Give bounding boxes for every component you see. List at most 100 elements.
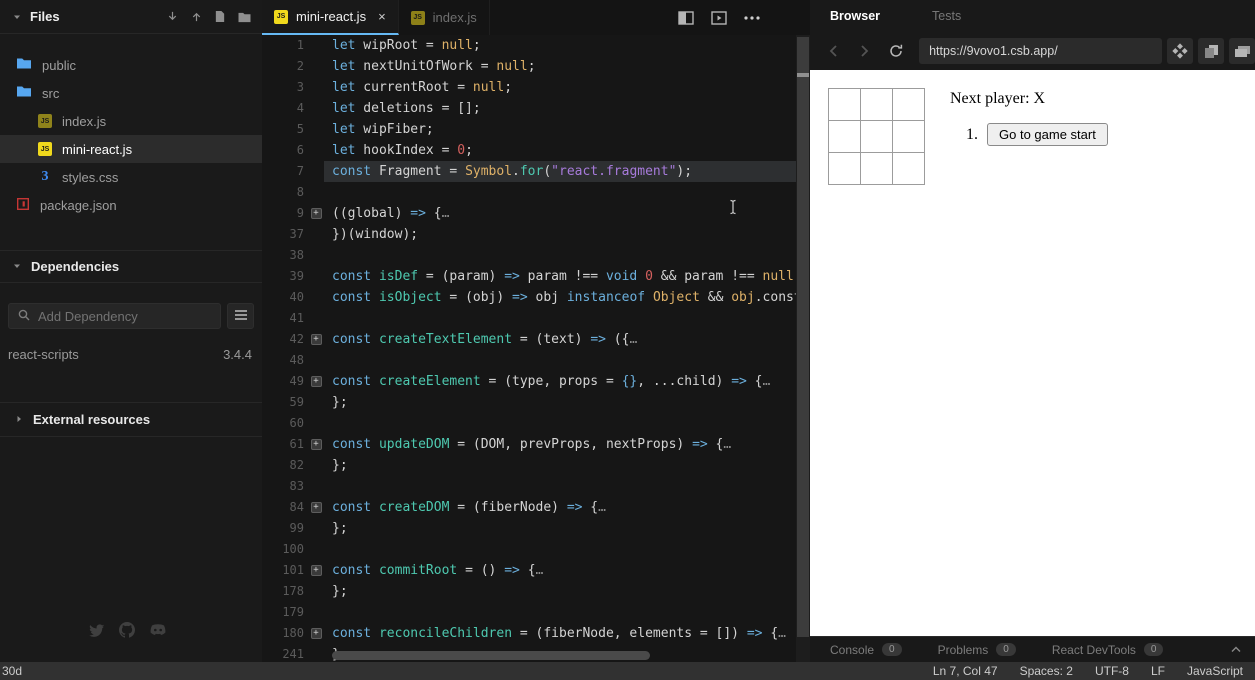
board-square[interactable] <box>829 89 861 121</box>
panel-tab-problems[interactable]: Problems0 <box>938 643 1016 657</box>
dependency-menu-button[interactable] <box>227 303 254 329</box>
board-square[interactable] <box>861 153 893 185</box>
upload-icon[interactable] <box>190 10 203 23</box>
code-text[interactable]: let hookIndex = 0; <box>324 140 810 161</box>
vertical-scrollbar[interactable] <box>796 35 810 662</box>
board-square[interactable] <box>893 89 925 121</box>
panel-tab-label: Console <box>830 643 874 657</box>
code-text[interactable] <box>324 308 810 329</box>
refresh-icon[interactable] <box>885 43 907 59</box>
code-text[interactable] <box>324 476 810 497</box>
line-number: 179 <box>262 602 308 623</box>
board-square[interactable] <box>861 121 893 153</box>
board-square[interactable] <box>861 89 893 121</box>
board-square[interactable] <box>829 153 861 185</box>
open-new-window-button[interactable] <box>1229 38 1255 64</box>
dependency-item[interactable]: react-scripts3.4.4 <box>0 347 262 362</box>
code-text[interactable] <box>324 539 810 560</box>
code-text[interactable] <box>324 602 810 623</box>
copy-sandbox-button[interactable] <box>1198 38 1224 64</box>
add-dependency-input[interactable] <box>38 309 212 324</box>
line-number: 40 <box>262 287 308 308</box>
file-item-mini-react.js[interactable]: JSmini-react.js <box>0 135 262 163</box>
code-text[interactable]: const reconcileChildren = (fiberNode, el… <box>324 623 810 644</box>
code-text[interactable]: let wipFiber; <box>324 119 810 140</box>
line-number: 101 <box>262 560 308 581</box>
fold-expand-icon[interactable]: + <box>311 439 322 450</box>
close-icon[interactable]: × <box>378 9 386 24</box>
board-square[interactable] <box>893 121 925 153</box>
horizontal-scrollbar[interactable] <box>332 651 650 660</box>
code-text[interactable]: const updateDOM = (DOM, prevProps, nextP… <box>324 434 810 455</box>
code-text[interactable]: let deletions = []; <box>324 98 810 119</box>
more-options-icon[interactable] <box>744 16 760 20</box>
fold-expand-icon[interactable]: + <box>311 208 322 219</box>
preview-tab-tests[interactable]: Tests <box>932 9 961 23</box>
add-dependency-search[interactable] <box>8 303 221 329</box>
file-item-public[interactable]: public <box>0 51 262 79</box>
panel-tab-react-devtools[interactable]: React DevTools0 <box>1052 643 1164 657</box>
file-item-src[interactable]: src <box>0 79 262 107</box>
responsive-mode-button[interactable] <box>1167 38 1193 64</box>
code-text[interactable]: let wipRoot = null; <box>324 35 810 56</box>
github-icon[interactable] <box>119 622 135 638</box>
code-text[interactable] <box>324 245 810 266</box>
code-text[interactable]: const isDef = (param) => param !== void … <box>324 266 810 287</box>
twitter-icon[interactable] <box>88 623 105 637</box>
fold-expand-icon[interactable]: + <box>311 502 322 513</box>
status-item[interactable]: JavaScript <box>1187 664 1243 678</box>
open-preview-icon[interactable] <box>711 11 727 25</box>
code-text[interactable]: }; <box>324 392 810 413</box>
fold-expand-icon[interactable]: + <box>311 628 322 639</box>
new-folder-icon[interactable] <box>237 11 252 23</box>
fold-expand-icon[interactable]: + <box>311 334 322 345</box>
external-resources-header[interactable]: External resources <box>0 402 262 437</box>
download-icon[interactable] <box>166 10 179 23</box>
code-text[interactable]: }; <box>324 455 810 476</box>
code-text[interactable]: const isObject = (obj) => obj instanceof… <box>324 287 810 308</box>
fold-expand-icon[interactable]: + <box>311 565 322 576</box>
code-text[interactable]: }; <box>324 581 810 602</box>
status-item[interactable]: Ln 7, Col 47 <box>933 664 998 678</box>
code-text[interactable]: const createElement = (type, props = {},… <box>324 371 810 392</box>
tab-mini-react.js[interactable]: JSmini-react.js× <box>262 0 399 35</box>
chevron-down-icon[interactable] <box>12 12 22 22</box>
fold-expand-icon[interactable]: + <box>311 376 322 387</box>
preview-tab-browser[interactable]: Browser <box>830 9 880 23</box>
file-item-styles.css[interactable]: 3styles.css <box>0 163 262 191</box>
file-item-package.json[interactable]: package.json <box>0 191 262 219</box>
go-to-game-start-button[interactable]: Go to game start <box>987 123 1108 146</box>
fold-column <box>308 581 324 602</box>
dependencies-header[interactable]: Dependencies <box>0 250 262 283</box>
status-item[interactable]: Spaces: 2 <box>1020 664 1073 678</box>
split-view-icon[interactable] <box>678 11 694 25</box>
url-input[interactable] <box>929 44 1152 58</box>
scrollbar-thumb[interactable] <box>797 37 809 637</box>
code-text[interactable] <box>324 413 810 434</box>
chevron-right-icon <box>14 412 24 427</box>
code-editor[interactable]: 1let wipRoot = null;2let nextUnitOfWork … <box>262 35 810 662</box>
chevron-up-icon[interactable] <box>1231 646 1241 653</box>
status-item[interactable]: LF <box>1151 664 1165 678</box>
file-item-index.js[interactable]: JSindex.js <box>0 107 262 135</box>
code-text[interactable]: }; <box>324 518 810 539</box>
address-bar[interactable] <box>919 38 1162 64</box>
board-square[interactable] <box>829 121 861 153</box>
code-text[interactable]: const createTextElement = (text) => ({… <box>324 329 810 350</box>
new-file-icon[interactable] <box>214 10 226 23</box>
preview-tabbar: Browser Tests <box>810 0 1255 32</box>
code-text[interactable]: const createDOM = (fiberNode) => {… <box>324 497 810 518</box>
forward-icon[interactable] <box>854 44 876 58</box>
code-text[interactable] <box>324 350 810 371</box>
code-text[interactable]: const Fragment = Symbol.for("react.fragm… <box>324 161 810 182</box>
code-text[interactable]: let nextUnitOfWork = null; <box>324 56 810 77</box>
code-text[interactable]: const commitRoot = () => {… <box>324 560 810 581</box>
code-text[interactable]: let currentRoot = null; <box>324 77 810 98</box>
board-square[interactable] <box>893 153 925 185</box>
status-item[interactable]: UTF-8 <box>1095 664 1129 678</box>
tab-index.js[interactable]: JSindex.js <box>399 0 490 35</box>
back-icon[interactable] <box>822 44 844 58</box>
discord-icon[interactable] <box>149 623 167 637</box>
panel-tab-console[interactable]: Console0 <box>830 643 902 657</box>
code-text[interactable]: })(window); <box>324 224 810 245</box>
